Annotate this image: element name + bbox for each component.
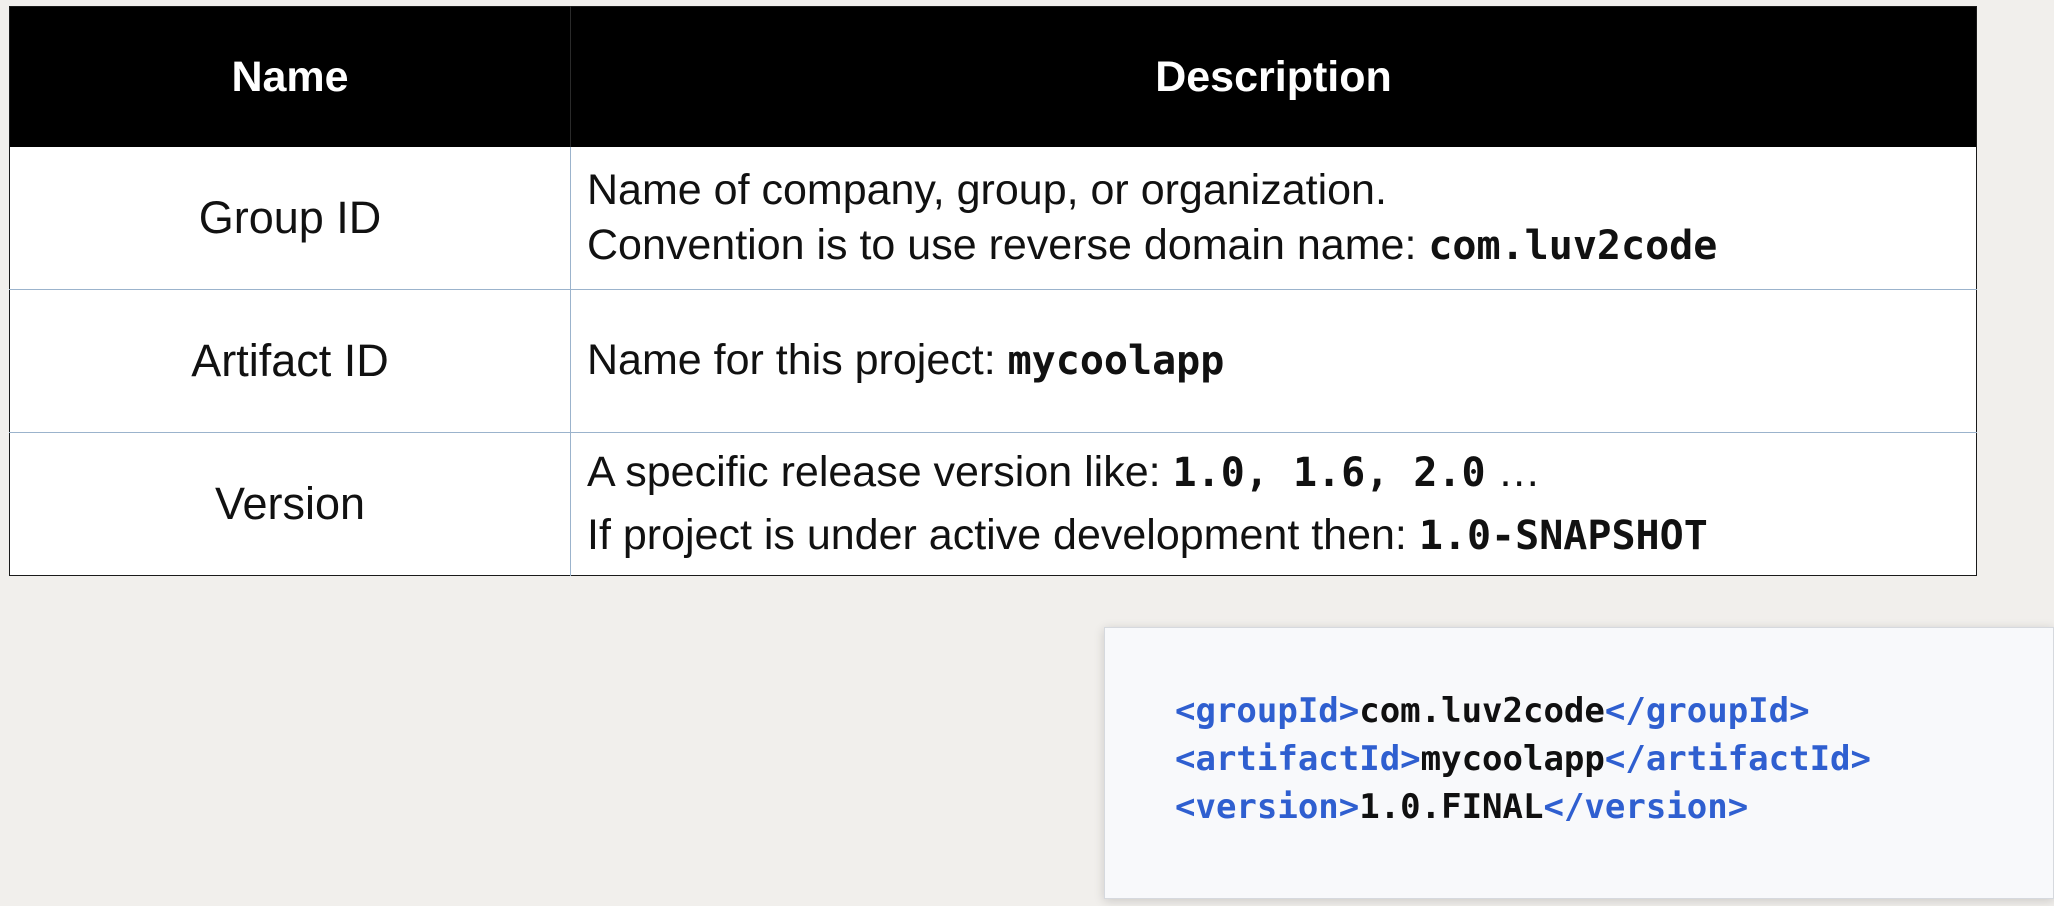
description-text: Name for this project:	[587, 336, 1008, 384]
table-row-group-id: Group ID Name of company, group, or orga…	[9, 147, 1977, 290]
description-code: com.luv2code	[1428, 222, 1718, 269]
description-line: Name of company, group, or organization.	[587, 163, 1976, 218]
description-suffix: …	[1485, 448, 1541, 496]
row-description-artifact-id: Name for this project: mycoolapp	[570, 289, 1977, 433]
header-row: Name Description	[9, 6, 1977, 147]
xml-value: com.luv2code	[1359, 691, 1605, 731]
row-name-version: Version	[9, 432, 571, 576]
row-name-artifact-id: Artifact ID	[9, 289, 571, 433]
description-line: If project is under active development t…	[587, 504, 1976, 567]
xml-value: mycoolapp	[1420, 739, 1605, 779]
xml-value: 1.0.FINAL	[1359, 787, 1544, 827]
description-text: Convention is to use reverse domain name…	[587, 220, 1429, 269]
description-line: Convention is to use reverse domain name…	[587, 218, 1976, 274]
description-text: If project is under active development t…	[587, 511, 1419, 559]
xml-close-tag: </groupId>	[1604, 691, 1810, 731]
description-text: Name of company, group, or organization.	[587, 165, 1387, 214]
xml-close-tag: </version>	[1543, 787, 1749, 827]
xml-close-tag: </artifactId>	[1604, 739, 1871, 779]
maven-coordinates-table: Name Description Group ID Name of compan…	[9, 6, 1977, 576]
xml-code-block: <groupId>com.luv2code</groupId> <artifact…	[1175, 687, 1871, 831]
description-text: A specific release version like:	[587, 448, 1173, 496]
header-name: Name	[9, 6, 571, 147]
row-description-group-id: Name of company, group, or organization.…	[571, 147, 1977, 290]
description-line: A specific release version like: 1.0, 1.…	[587, 441, 1976, 504]
description-line: Name for this project: mycoolapp	[587, 333, 1976, 389]
xml-open-tag: <artifactId>	[1175, 739, 1421, 779]
xml-open-tag: <groupId>	[1175, 691, 1360, 731]
xml-line-artifact-id: <artifactId>mycoolapp</artifactId>	[1175, 735, 1871, 783]
description-code: 1.0-SNAPSHOT	[1418, 513, 1708, 559]
row-description-version: A specific release version like: 1.0, 1.…	[570, 432, 1977, 576]
table-row-version: Version A specific release version like:…	[9, 432, 1977, 576]
header-description: Description	[570, 6, 1977, 147]
xml-open-tag: <version>	[1175, 787, 1360, 827]
table-body: Group ID Name of company, group, or orga…	[9, 147, 1977, 576]
xml-line-group-id: <groupId>com.luv2code</groupId>	[1175, 687, 1871, 735]
description-code: 1.0, 1.6, 2.0	[1172, 450, 1486, 496]
table-row-artifact-id: Artifact ID Name for this project: mycoo…	[9, 289, 1977, 433]
pom-xml-snippet: <groupId>com.luv2code</groupId> <artifact…	[1104, 627, 2054, 899]
xml-line-version: <version>1.0.FINAL</version>	[1175, 783, 1871, 831]
table-header: Name Description	[9, 6, 1977, 147]
description-code: mycoolapp	[1007, 338, 1225, 384]
row-name-group-id: Group ID	[9, 147, 571, 290]
